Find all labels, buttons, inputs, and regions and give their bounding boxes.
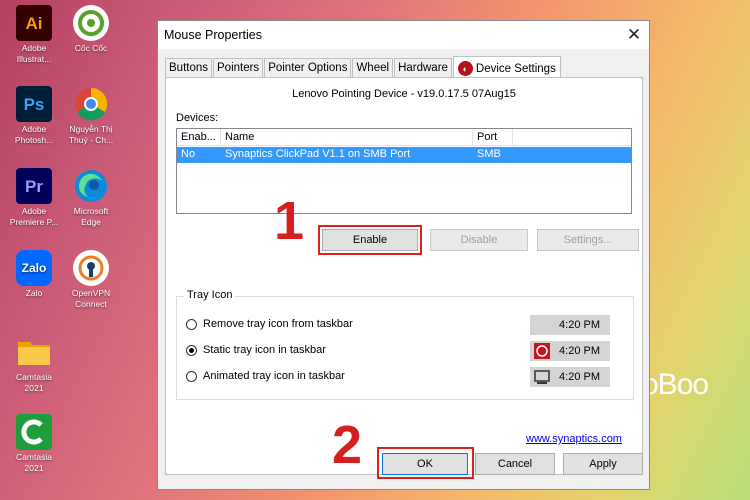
desktop-icon-label: Microsoft Edge xyxy=(73,206,109,227)
device-header: Lenovo Pointing Device - v19.0.17.5 07Au… xyxy=(292,88,516,100)
tab-device-settings-label: Device Settings xyxy=(475,62,556,75)
radio-animated-tray-icon[interactable]: Animated tray icon in taskbar xyxy=(186,370,345,382)
devices-list-header: Enab... Name Port xyxy=(177,129,631,146)
row-enabled-cell: No xyxy=(181,148,196,160)
premiere-icon: Pr xyxy=(16,168,52,204)
desktop-icon-zalo[interactable]: Zalo Zalo xyxy=(6,250,62,299)
radio-label: Animated tray icon in taskbar xyxy=(203,370,345,382)
desktop-icon-chrome[interactable]: Nguyễn Thị Thuý - Ch... xyxy=(63,86,119,146)
highlight-box-ok xyxy=(377,447,474,479)
zalo-icon: Zalo xyxy=(16,250,52,286)
cancel-button[interactable]: Cancel xyxy=(475,453,555,475)
table-row[interactable]: No Synaptics ClickPad V1.1 on SMB Port S… xyxy=(177,147,631,163)
dialog-title: Mouse Properties xyxy=(164,28,262,42)
openvpn-icon xyxy=(73,250,109,286)
radio-remove-tray-icon[interactable]: Remove tray icon from taskbar xyxy=(186,318,353,330)
tab-buttons[interactable]: Buttons xyxy=(165,58,212,79)
row-name-cell: Synaptics ClickPad V1.1 on SMB Port xyxy=(225,148,411,160)
radio-label: Remove tray icon from taskbar xyxy=(203,318,353,330)
disable-button[interactable]: Disable xyxy=(430,229,528,251)
radio-button[interactable] xyxy=(186,370,197,382)
desktop-icon-label: Adobe Illustrat... xyxy=(16,43,52,64)
highlight-box-enable xyxy=(318,225,422,255)
camtasia-icon xyxy=(16,414,52,450)
tab-pointer-options[interactable]: Pointer Options xyxy=(264,58,352,79)
mouse-properties-dialog: Mouse Properties ✕ Buttons Pointers Poin… xyxy=(157,20,650,490)
tray-preview-remove: 4:20 PM xyxy=(530,315,610,335)
desktop-icon-folder[interactable]: Camtasia 2021 xyxy=(6,334,62,394)
chrome-icon xyxy=(73,86,109,122)
folder-icon xyxy=(16,334,52,370)
tab-wheel[interactable]: Wheel xyxy=(352,58,394,79)
step-1-annotation: 1 xyxy=(274,191,305,251)
illustrator-icon: Ai xyxy=(16,5,52,41)
desktop-icon-label: Adobe Photosh... xyxy=(14,124,54,145)
close-icon[interactable]: ✕ xyxy=(619,21,649,49)
blank-overlay-area xyxy=(170,401,302,447)
tray-time: 4:20 PM xyxy=(559,371,600,383)
desktop-icon-coccoc[interactable]: Cốc Cốc xyxy=(63,5,119,54)
desktop-icon-label: Cốc Cốc xyxy=(74,43,108,53)
tab-device-settings[interactable]: ◐ Device Settings xyxy=(452,56,561,79)
tray-icon-group-title: Tray Icon xyxy=(184,289,236,301)
desktop-icon-illustrator[interactable]: Ai Adobe Illustrat... xyxy=(6,5,62,65)
settings-button[interactable]: Settings... xyxy=(537,229,639,251)
devices-list[interactable]: Enab... Name Port No Synaptics ClickPad … xyxy=(176,128,632,214)
desktop-icon-label: Camtasia 2021 xyxy=(16,452,52,473)
touchpad-tray-icon xyxy=(534,369,550,385)
synaptics-logo-icon: ◐ xyxy=(457,61,473,76)
row-port-cell: SMB xyxy=(477,148,501,160)
desktop-icon-camtasia[interactable]: Camtasia 2021 xyxy=(6,414,62,474)
coccoc-icon xyxy=(73,5,109,41)
photoshop-icon: Ps xyxy=(16,86,52,122)
desktop-icon-photoshop[interactable]: Ps Adobe Photosh... xyxy=(6,86,62,146)
apply-button[interactable]: Apply xyxy=(563,453,643,475)
tray-preview-static: 4:20 PM xyxy=(530,341,610,361)
title-bar: Mouse Properties ✕ xyxy=(158,21,649,49)
column-header-name[interactable]: Name xyxy=(221,129,473,145)
radio-button-selected[interactable] xyxy=(186,344,197,356)
radio-static-tray-icon[interactable]: Static tray icon in taskbar xyxy=(186,344,326,356)
synaptics-link[interactable]: www.synaptics.com xyxy=(526,433,622,445)
tray-preview-animated: 4:20 PM xyxy=(530,367,610,387)
tab-pointers[interactable]: Pointers xyxy=(213,58,264,79)
desktop-icon-label: Camtasia 2021 xyxy=(16,372,52,393)
desktop-icon-openvpn[interactable]: OpenVPN Connect xyxy=(63,250,119,310)
tray-time: 4:20 PM xyxy=(559,345,600,357)
desktop-icon-label: Adobe Premiere P... xyxy=(9,206,59,227)
devices-label: Devices: xyxy=(176,112,219,124)
desktop-icon-label: Zalo xyxy=(25,288,43,298)
column-header-port[interactable]: Port xyxy=(473,129,513,145)
desktop-icon-label: OpenVPN Connect xyxy=(71,288,111,309)
edge-icon xyxy=(73,168,109,204)
desktop-icon-label: Nguyễn Thị Thuý - Ch... xyxy=(68,124,114,145)
radio-button[interactable] xyxy=(186,318,197,330)
radio-label: Static tray icon in taskbar xyxy=(203,344,326,356)
desktop-icon-edge[interactable]: Microsoft Edge xyxy=(63,168,119,228)
tray-time: 4:20 PM xyxy=(559,319,600,331)
column-header-enabled[interactable]: Enab... xyxy=(177,129,221,145)
tab-strip: Buttons Pointers Pointer Options Wheel H… xyxy=(165,56,562,79)
desktop-icon-premiere[interactable]: Pr Adobe Premiere P... xyxy=(6,168,62,228)
step-2-annotation: 2 xyxy=(332,415,363,475)
synaptics-tray-icon xyxy=(534,343,550,359)
tab-hardware[interactable]: Hardware xyxy=(394,58,452,79)
